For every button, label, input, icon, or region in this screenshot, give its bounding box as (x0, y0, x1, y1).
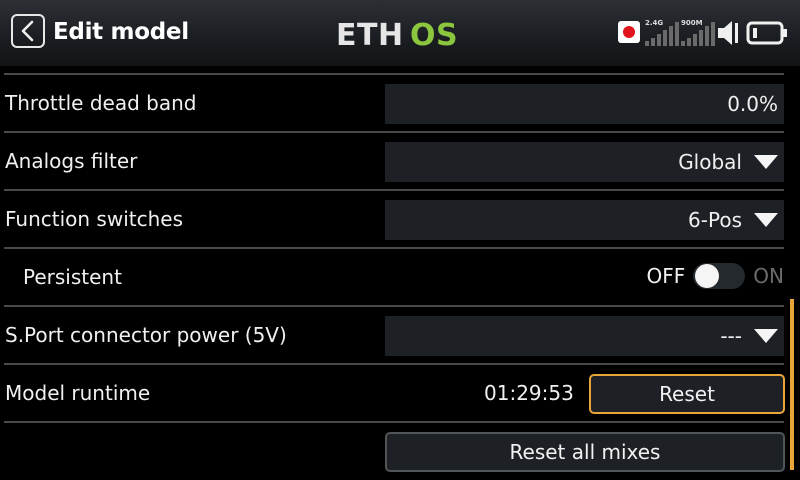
back-arrow-icon (21, 20, 34, 42)
throttle-dead-band-label: Throttle dead band (5, 91, 197, 115)
separator (4, 305, 784, 307)
function-switches-value: 6-Pos (688, 208, 742, 232)
model-runtime-label: Model runtime (5, 381, 151, 405)
throttle-dead-band-field[interactable]: 0.0% (385, 84, 784, 124)
signal-2-4g-icon: 2.4G (645, 19, 679, 46)
toggle-on-label: ON (753, 264, 784, 288)
separator (4, 421, 784, 423)
page-title: Edit model (53, 19, 189, 45)
svg-text:ETH: ETH (336, 18, 404, 49)
analogs-filter-value: Global (678, 150, 742, 174)
signal-900m-icon: 900M (681, 19, 715, 46)
model-runtime-value: 01:29:53 (484, 381, 574, 405)
sport-power-label: S.Port connector power (5V) (5, 323, 287, 347)
function-switches-label: Function switches (5, 207, 183, 231)
dropdown-caret-icon (754, 155, 778, 169)
analogs-filter-label: Analogs filter (5, 149, 138, 173)
reset-runtime-button[interactable]: Reset (589, 374, 785, 414)
persistent-toggle-group: OFF ON (647, 263, 784, 289)
record-icon (618, 21, 640, 43)
separator (4, 73, 784, 75)
scrollbar[interactable] (790, 299, 794, 470)
dropdown-caret-icon (754, 213, 778, 227)
svg-text:OS: OS (410, 18, 458, 49)
battery-icon (746, 21, 787, 45)
header-bar: Edit model ETH OS 2.4G 900M (0, 0, 800, 66)
analogs-filter-dropdown[interactable]: Global (385, 142, 784, 182)
speaker-icon (718, 21, 738, 45)
separator (4, 189, 784, 191)
back-button[interactable] (11, 14, 45, 48)
dropdown-caret-icon (754, 329, 778, 343)
function-switches-dropdown[interactable]: 6-Pos (385, 200, 784, 240)
toggle-knob (695, 264, 720, 288)
toggle-off-label: OFF (646, 264, 686, 288)
reset-all-mixes-button[interactable]: Reset all mixes (385, 432, 785, 472)
separator (4, 131, 784, 133)
persistent-label: Persistent (23, 265, 122, 289)
sport-power-dropdown[interactable]: --- (385, 316, 784, 356)
ethos-logo: ETH OS (336, 18, 458, 49)
separator (4, 247, 784, 249)
signal-900m-label: 900M (681, 19, 703, 27)
separator (4, 363, 784, 365)
sport-power-value: --- (720, 324, 742, 348)
persistent-toggle[interactable] (693, 263, 746, 289)
signal-2-4g-label: 2.4G (645, 19, 663, 27)
